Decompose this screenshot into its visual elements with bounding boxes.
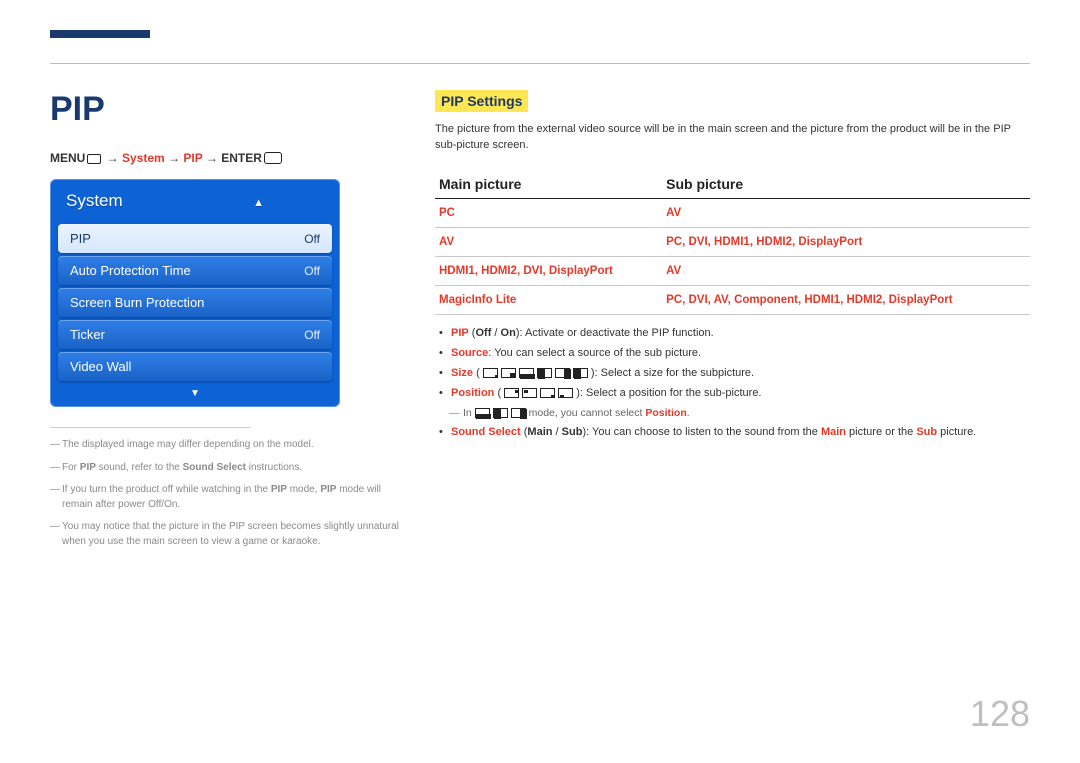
table-cell: AV	[435, 227, 662, 256]
osd-row-value: Off	[304, 328, 320, 342]
osd-row-ticker[interactable]: Ticker Off	[58, 320, 332, 349]
bullet-item: Sound Select (Main / Sub): You can choos…	[435, 424, 1030, 441]
osd-row-screen-burn-protection[interactable]: Screen Burn Protection	[58, 288, 332, 317]
osd-row-value: Off	[304, 264, 320, 278]
table-header-sub: Sub picture	[662, 170, 1030, 199]
bullet-item: Size ( ): Select a size for the subpictu…	[435, 365, 1030, 382]
settings-heading: PIP Settings	[435, 90, 528, 112]
bullet-item: PIP (Off / On): Activate or deactivate t…	[435, 325, 1030, 342]
footnotes-divider	[50, 427, 250, 438]
enter-key-icon	[264, 152, 282, 164]
footnote: If you turn the product off while watchi…	[50, 483, 405, 512]
osd-row-value: Off	[304, 232, 320, 246]
table-cell: HDMI1, HDMI2, DVI, DisplayPort	[435, 256, 662, 285]
table-row: AVPC, DVI, HDMI1, HDMI2, DisplayPort	[435, 227, 1030, 256]
pip-source-table: Main picture Sub picture PCAVAVPC, DVI, …	[435, 170, 1030, 315]
table-row: PCAV	[435, 198, 1030, 227]
menu-key-icon	[87, 154, 101, 164]
osd-row-label: Auto Protection Time	[70, 263, 191, 278]
table-row: HDMI1, HDMI2, DVI, DisplayPortAV	[435, 256, 1030, 285]
table-cell: PC	[435, 198, 662, 227]
osd-row-video-wall[interactable]: Video Wall	[58, 352, 332, 381]
table-cell: AV	[662, 256, 1030, 285]
table-header-main: Main picture	[435, 170, 662, 199]
osd-row-label: PIP	[70, 231, 91, 246]
header-rule	[50, 63, 1030, 64]
settings-bullets: PIP (Off / On): Activate or deactivate t…	[435, 325, 1030, 442]
table-cell: PC, DVI, AV, Component, HDMI1, HDMI2, Di…	[662, 285, 1030, 314]
settings-intro: The picture from the external video sour…	[435, 122, 1030, 154]
footnote: You may notice that the picture in the P…	[50, 520, 405, 549]
page-number: 128	[970, 693, 1030, 735]
bullet-item: Source: You can select a source of the s…	[435, 345, 1030, 362]
footnote: The displayed image may differ depending…	[50, 438, 405, 453]
osd-title: System ▲	[58, 187, 332, 221]
osd-row-label: Screen Burn Protection	[70, 295, 204, 310]
header-accent-bar	[50, 30, 150, 38]
table-row: MagicInfo LitePC, DVI, AV, Component, HD…	[435, 285, 1030, 314]
table-cell: PC, DVI, HDMI1, HDMI2, DisplayPort	[662, 227, 1030, 256]
table-cell: AV	[662, 198, 1030, 227]
osd-row-label: Video Wall	[70, 359, 131, 374]
arrow-down-icon: ▼	[190, 388, 200, 399]
bullet-item: In mode, you cannot select Position.	[435, 405, 1030, 421]
osd-row-auto-protection-time[interactable]: Auto Protection Time Off	[58, 256, 332, 285]
page-title: PIP	[50, 90, 405, 129]
osd-row-pip[interactable]: PIP Off	[58, 224, 332, 253]
breadcrumb: MENU → System → PIP → ENTER	[50, 151, 405, 165]
osd-row-label: Ticker	[70, 327, 105, 342]
bullet-item: Position ( ): Select a position for the …	[435, 385, 1030, 402]
osd-menu: System ▲ PIP Off Auto Protection Time Off Sc…	[50, 179, 340, 407]
table-cell: MagicInfo Lite	[435, 285, 662, 314]
footnote: For PIP sound, refer to the Sound Select…	[50, 461, 405, 476]
arrow-up-icon: ▲	[253, 197, 264, 209]
